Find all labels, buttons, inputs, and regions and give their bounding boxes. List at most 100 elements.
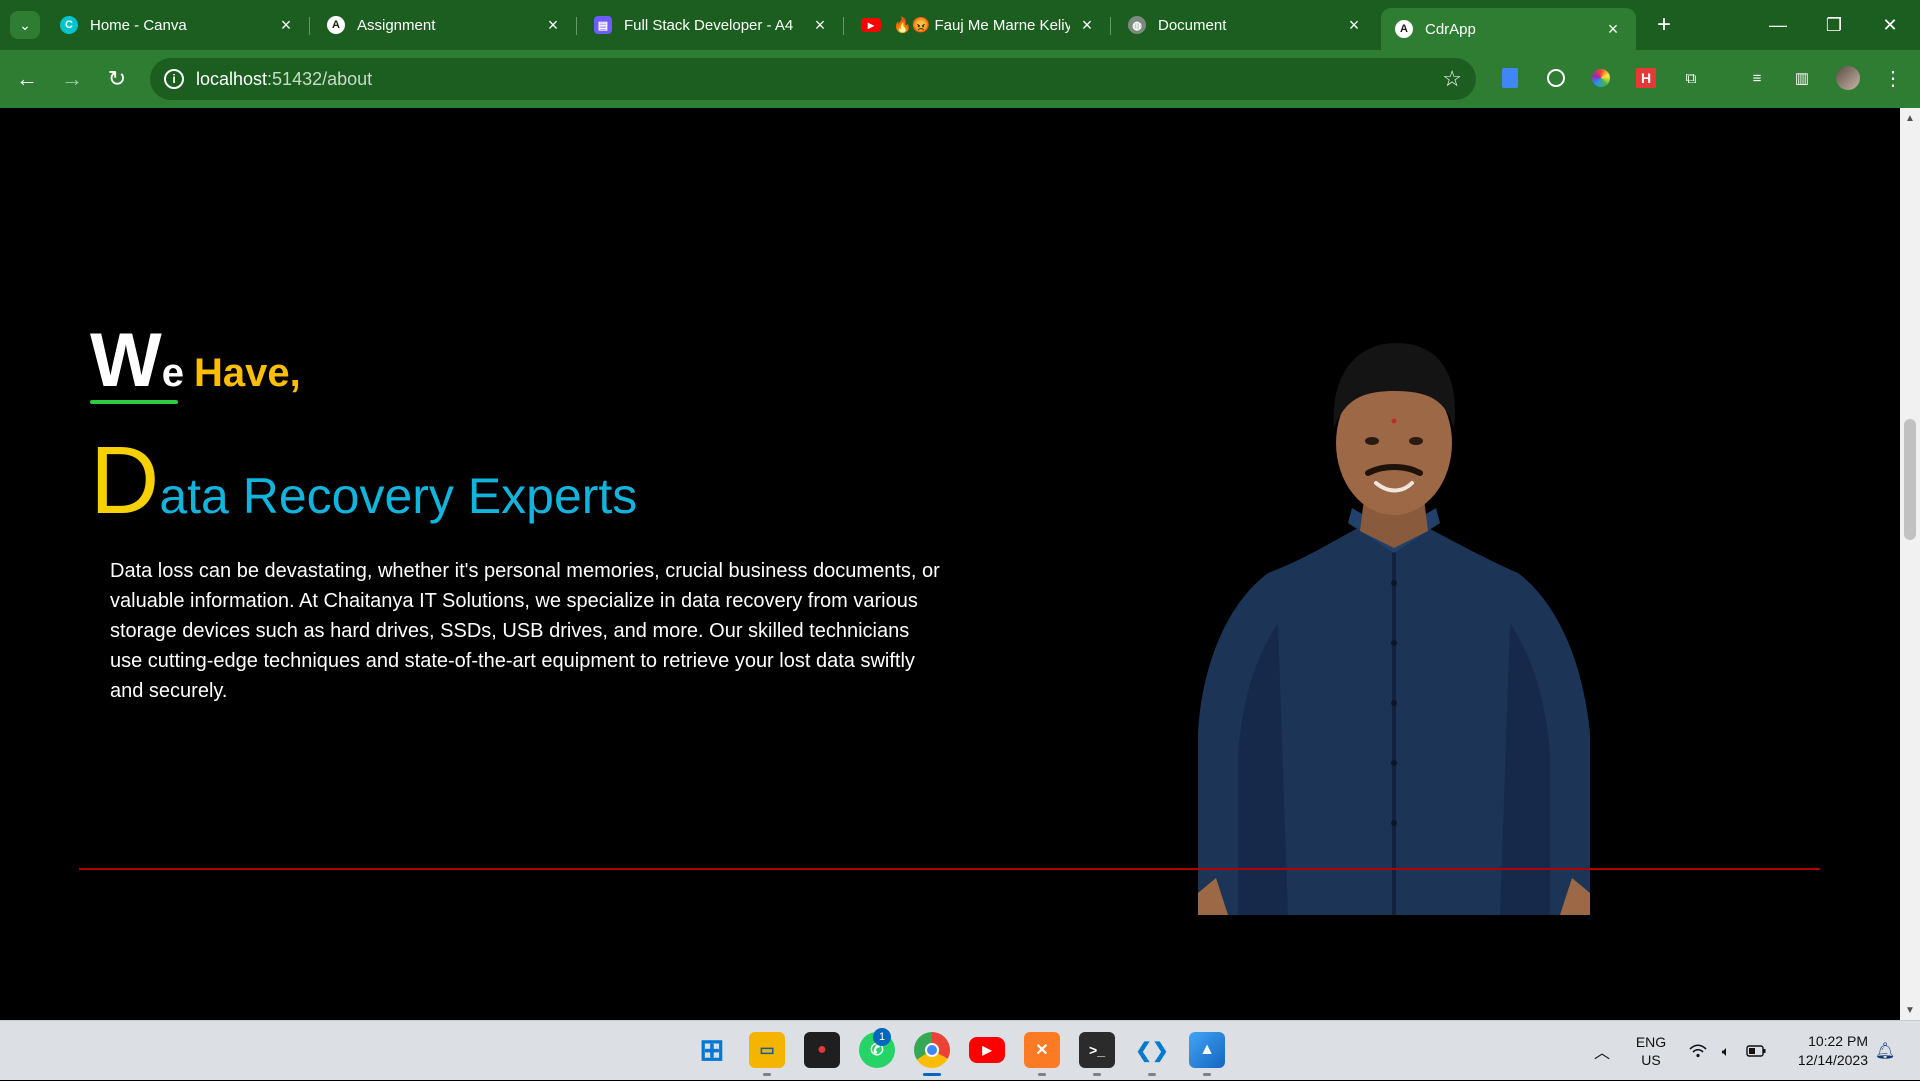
tab-cdrapp[interactable]: A CdrApp ×: [1381, 8, 1636, 50]
volume-icon[interactable]: 🔈︎: [1713, 1021, 1739, 1081]
new-tab-button[interactable]: +: [1650, 10, 1678, 40]
tab-strip: ⌄ C Home - Canva × A Assignment × ▤ Full…: [0, 0, 1920, 50]
browser-toolbar: ← → ↻ i localhost:51432/about ☆ H ⧉ ≡ ▥ …: [0, 50, 1920, 108]
close-tab-icon[interactable]: ×: [1078, 15, 1096, 36]
running-indicator: [1148, 1073, 1156, 1076]
restore-icon: ❐: [1825, 14, 1843, 35]
grammar-extension-icon[interactable]: [1543, 65, 1569, 91]
angular-icon: A: [1395, 20, 1413, 38]
tab-title: Document: [1158, 16, 1227, 34]
photos-icon[interactable]: ▲: [1189, 1032, 1225, 1068]
close-window-button[interactable]: ✕: [1862, 0, 1918, 50]
language-code: ENG: [1635, 1034, 1667, 1050]
reload-button[interactable]: ↻: [100, 62, 134, 96]
screen-recorder-icon[interactable]: ●: [804, 1032, 840, 1068]
tab-home-canva[interactable]: C Home - Canva ×: [46, 8, 310, 42]
portrait-photo: [1198, 343, 1590, 915]
scrollbar-thumb[interactable]: [1904, 419, 1916, 540]
active-indicator: [923, 1073, 941, 1076]
restore-button[interactable]: ❐: [1806, 0, 1862, 50]
youtube-icon: ▶: [861, 18, 881, 32]
xampp-icon[interactable]: ✕: [1024, 1032, 1060, 1068]
back-button[interactable]: ←: [10, 62, 44, 96]
tab-document[interactable]: ◍ Document ×: [1114, 8, 1377, 42]
chevron-down-icon: ⌄: [19, 16, 31, 33]
tab-title: 🔥😡 Fauj Me Marne Keliy: [893, 17, 1070, 34]
chrome-icon[interactable]: [914, 1032, 950, 1068]
notification-bell-icon[interactable]: 🔔︎: [1874, 1021, 1896, 1081]
wifi-icon[interactable]: [1684, 1021, 1712, 1081]
close-tab-icon[interactable]: ×: [811, 15, 829, 36]
address-url[interactable]: localhost:51432/about: [196, 69, 372, 90]
media-controls-icon[interactable]: ≡: [1744, 65, 1770, 91]
heading-underline: [90, 400, 178, 404]
data-recovery-heading: D ata Recovery Experts: [90, 433, 637, 529]
minimize-button[interactable]: —: [1750, 0, 1806, 50]
close-icon: ✕: [1882, 14, 1898, 35]
close-tab-icon[interactable]: ×: [277, 15, 295, 36]
close-tab-icon[interactable]: ×: [1604, 19, 1622, 40]
battery-icon[interactable]: [1743, 1021, 1769, 1081]
page-scrollbar[interactable]: ▲ ▼: [1900, 108, 1920, 1020]
profile-avatar[interactable]: [1835, 65, 1861, 91]
about-paragraph: Data loss can be devastating, whether it…: [110, 560, 940, 702]
color-picker-extension-icon[interactable]: [1588, 65, 1614, 91]
arrow-left-icon: ←: [16, 66, 38, 91]
language-indicator[interactable]: ENG US: [1626, 1021, 1676, 1081]
menu-kebab-icon[interactable]: ⋮: [1880, 65, 1906, 91]
minimize-icon: —: [1769, 14, 1787, 35]
globe-icon: ◍: [1128, 16, 1146, 34]
tab-title: CdrApp: [1425, 20, 1476, 38]
clock-time: 10:22 PM: [1808, 1033, 1868, 1049]
tab-youtube-video[interactable]: ▶ 🔥😡 Fauj Me Marne Keliy ×: [847, 8, 1111, 42]
forward-button[interactable]: →: [55, 62, 89, 96]
address-bar[interactable]: i localhost:51432/about ☆: [150, 58, 1476, 100]
tab-title: Full Stack Developer - A4: [624, 16, 794, 34]
running-indicator: [1203, 1073, 1211, 1076]
angular-icon: A: [327, 16, 345, 34]
show-hidden-icons-chevron-icon[interactable]: ︿: [1588, 1021, 1616, 1081]
about-page: W e Have, D ata Recovery Experts Data lo…: [0, 108, 1900, 1020]
heading-small-text: e: [161, 351, 184, 395]
plus-icon: +: [1656, 11, 1671, 38]
side-panel-icon[interactable]: ▥: [1789, 65, 1815, 91]
windows-taskbar: ⊞ ▭ ● ✆ 1 ▶ ✕ >_ ❮❯ ▲ ︿ ENG US 🔈︎ 10:22 …: [0, 1020, 1920, 1080]
arrow-right-icon: →: [61, 66, 83, 91]
running-indicator: [763, 1073, 771, 1076]
system-clock[interactable]: 10:22 PM 12/14/2023: [1780, 1021, 1868, 1081]
tab-title: Assignment: [357, 16, 436, 34]
tab-title: Home - Canva: [90, 16, 187, 34]
url-path: :51432/about: [267, 69, 373, 89]
reload-icon: ↻: [107, 66, 127, 91]
heading-big-letter: W: [90, 318, 162, 403]
google-docs-extension-icon[interactable]: [1497, 65, 1523, 91]
extensions-puzzle-icon[interactable]: ⧉: [1678, 65, 1704, 91]
canva-icon: C: [60, 16, 78, 34]
close-tab-icon[interactable]: ×: [1345, 15, 1363, 36]
tab-full-stack-developer[interactable]: ▤ Full Stack Developer - A4 ×: [580, 8, 844, 42]
vscode-icon[interactable]: ❮❯: [1134, 1032, 1170, 1068]
we-have-heading: W e Have,: [90, 323, 301, 399]
region-code: US: [1641, 1052, 1661, 1068]
bookmark-star-icon[interactable]: ☆: [1442, 66, 1462, 92]
start-icon[interactable]: ⊞: [694, 1032, 730, 1068]
heading-accent-text: Have,: [193, 351, 301, 395]
clock-date: 12/14/2023: [1797, 1052, 1868, 1068]
close-tab-icon[interactable]: ×: [544, 15, 562, 36]
scroll-up-arrow-icon[interactable]: ▲: [1900, 108, 1920, 128]
terminal-icon[interactable]: >_: [1079, 1032, 1115, 1068]
red-extension-icon[interactable]: H: [1633, 65, 1659, 91]
tab-search-button[interactable]: ⌄: [10, 11, 40, 39]
heading2-text: ata Recovery Experts: [159, 468, 638, 524]
tab-assignment[interactable]: A Assignment ×: [313, 8, 577, 42]
heading2-big-letter: D: [90, 427, 160, 534]
youtube-icon[interactable]: ▶: [969, 1037, 1005, 1063]
site-info-icon[interactable]: i: [164, 69, 184, 89]
notification-badge: 1: [873, 1028, 891, 1046]
scroll-down-arrow-icon[interactable]: ▼: [1900, 1000, 1920, 1020]
running-indicator: [1093, 1073, 1101, 1076]
url-host: localhost: [196, 69, 268, 89]
section-divider: [79, 868, 1820, 870]
file-explorer-icon[interactable]: ▭: [749, 1032, 785, 1068]
running-indicator: [1038, 1073, 1046, 1076]
